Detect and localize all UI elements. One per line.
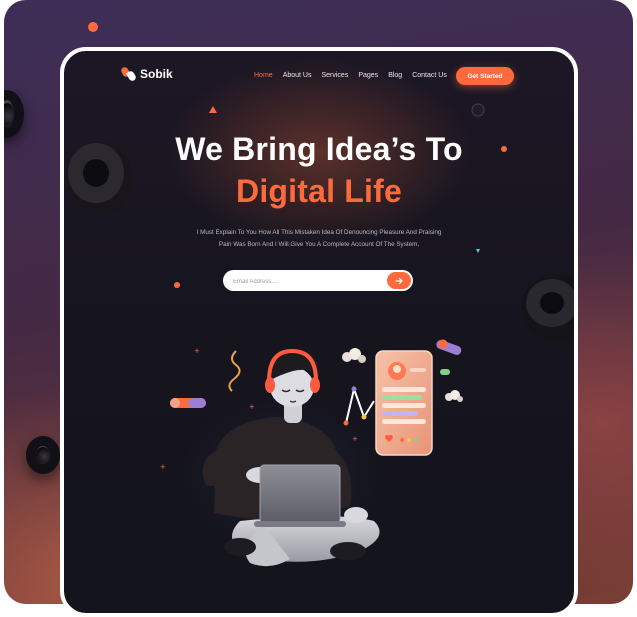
- decorative-dot: [471, 103, 485, 117]
- decorative-pill: [170, 398, 206, 408]
- svg-text:+: +: [160, 463, 166, 471]
- browser-mockup-frame: Sobik Home About Us Services Pages Blog …: [60, 47, 578, 617]
- laptop: [254, 464, 346, 527]
- hero-illustration: + + + +: [67, 103, 574, 567]
- decorative-squiggle: [228, 350, 241, 392]
- phone-mockup: [375, 350, 433, 456]
- decorative-dot: [501, 146, 507, 152]
- decorative-cloud: [342, 348, 366, 363]
- decorative-pill: [436, 339, 462, 375]
- decorative-dot: [88, 22, 98, 32]
- decorative-dot: [174, 282, 180, 288]
- svg-text:+: +: [249, 403, 255, 411]
- decorative-ring-shape: [67, 141, 133, 217]
- decorative-triangle: [209, 106, 217, 113]
- decorative-cloud: [445, 390, 463, 402]
- decorative-ring-shape: [4, 90, 24, 138]
- svg-text:+: +: [194, 347, 200, 355]
- decorative-ring-shape: [26, 436, 60, 474]
- decorative-ring-shape: [522, 275, 574, 339]
- svg-text:+: +: [352, 435, 358, 443]
- decorative-triangle: [476, 249, 480, 253]
